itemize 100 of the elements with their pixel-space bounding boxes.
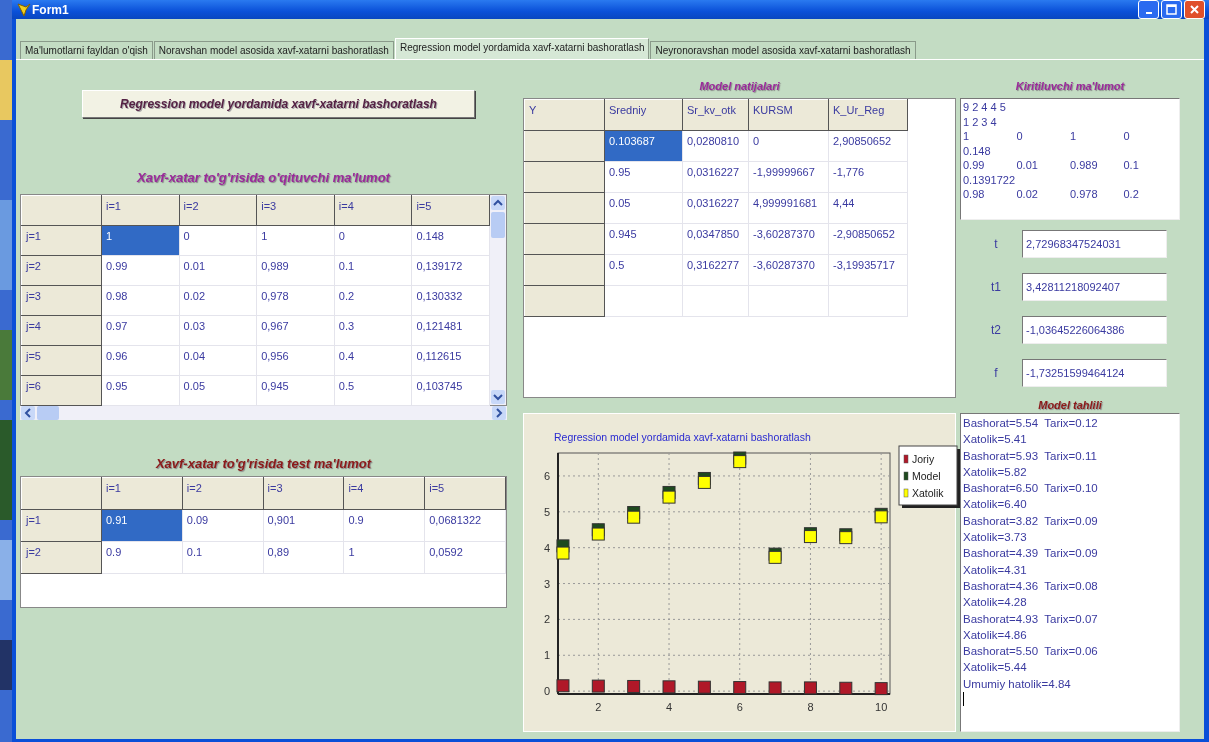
table-cell[interactable]: 0.945 [604, 223, 683, 255]
memo-text: 1 2 3 4 [963, 114, 997, 129]
table-cell[interactable] [828, 285, 908, 317]
table-cell[interactable]: 0.97 [101, 315, 180, 346]
memo-text: Bashorat=3.82 Tarix=0.09 [963, 513, 1099, 529]
table-cell[interactable]: 0,945 [256, 375, 335, 406]
minimize-button[interactable] [1138, 0, 1159, 19]
column-header: i=5 [424, 477, 506, 510]
row-header: j=3 [21, 285, 102, 316]
table-cell[interactable]: 0,956 [256, 345, 335, 376]
table-cell[interactable]: 0,139172 [411, 255, 490, 286]
table-cell[interactable]: 0.5 [604, 254, 683, 286]
table-cell[interactable] [682, 285, 749, 317]
table-cell[interactable]: 0,3162277 [682, 254, 749, 286]
column-header: i=1 [101, 477, 183, 510]
table-cell[interactable]: 0.04 [179, 345, 257, 376]
table-cell[interactable]: 0 [748, 130, 829, 162]
column-header: Sredniy [604, 99, 683, 131]
tab[interactable]: Noravshan model asosida xavf-xatarni bashoratlash [153, 41, 394, 59]
table-cell[interactable]: 0.103687 [604, 130, 683, 162]
memo-text: Xatolik=4.86 [963, 627, 1028, 643]
table-cell[interactable]: 0.98 [101, 285, 180, 316]
table-cell[interactable] [604, 285, 683, 317]
memo-text: 0.1 [1123, 158, 1140, 173]
memo-text: 0 [1016, 129, 1024, 144]
table-cell[interactable]: 0,121481 [411, 315, 490, 346]
table-cell[interactable]: 0,130332 [411, 285, 490, 316]
table-cell[interactable]: 0.03 [179, 315, 257, 346]
table-cell[interactable]: 0,103745 [411, 375, 490, 406]
table-cell[interactable]: 0 [179, 225, 257, 256]
table-cell[interactable] [748, 285, 829, 317]
column-header: i=4 [343, 477, 425, 510]
input-field[interactable]: -1,73251599464124 [1022, 359, 1167, 387]
table-cell[interactable]: 0.05 [604, 192, 683, 224]
table-cell[interactable]: -3,60287370 [748, 223, 829, 255]
table-cell[interactable]: 0,0316227 [682, 161, 749, 193]
table-cell[interactable]: 0.1 [334, 255, 412, 286]
table-cell[interactable]: 0.9 [101, 541, 183, 574]
table-cell[interactable]: 1 [256, 225, 335, 256]
table-cell[interactable]: 0.2 [334, 285, 412, 316]
memo-text: Xatolik=5.82 [963, 464, 1028, 480]
table-cell[interactable]: 0.01 [179, 255, 257, 286]
action-button[interactable]: Regression model yordamida xavf-xatarni bashoratlash [82, 90, 475, 118]
table-cell[interactable]: 0.4 [334, 345, 412, 376]
memo-field[interactable] [960, 413, 1180, 732]
table-cell[interactable]: 0.9 [343, 509, 425, 542]
tab[interactable]: Neyronoravshan model asosida xavf-xatarni bashoratlash [650, 41, 916, 59]
memo-text: Xatolik=4.28 [963, 595, 1028, 611]
field-label: t1 [990, 280, 1002, 294]
column-header: i=3 [256, 195, 335, 226]
column-header: i=5 [411, 195, 490, 226]
table-cell[interactable]: 0.09 [182, 509, 264, 542]
table-cell[interactable]: 0,0280810 [682, 130, 749, 162]
table-cell[interactable]: 0.5 [334, 375, 412, 406]
close-button[interactable] [1184, 0, 1205, 19]
table-cell[interactable]: 1 [343, 541, 425, 574]
table-cell[interactable]: -3,19935717 [828, 254, 908, 286]
table-cell[interactable]: -3,60287370 [748, 254, 829, 286]
table-cell[interactable]: 2,90850652 [828, 130, 908, 162]
window-title: Form1 [32, 2, 70, 17]
table-cell[interactable]: 4,999991681 [748, 192, 829, 224]
vertical-scrollbar[interactable] [490, 195, 506, 405]
table-cell[interactable]: -2,90850652 [828, 223, 908, 255]
table-cell[interactable]: 1 [101, 225, 180, 256]
field-label: t2 [990, 323, 1002, 337]
memo-field[interactable]: 9 2 4 4 5 1 2 3 4 1 0 1 0 0.148 0.99 0.01 0.989 0.1 0.1391722 0.98 0.02 0.978 0.2 [960, 98, 1180, 220]
table-cell[interactable]: 0,978 [256, 285, 335, 316]
table-cell[interactable]: 4,44 [828, 192, 908, 224]
table-cell[interactable]: 0,0347850 [682, 223, 749, 255]
table-cell[interactable]: 0.96 [101, 345, 180, 376]
table-cell[interactable]: 0.3 [334, 315, 412, 346]
text-cursor [963, 692, 964, 707]
table-cell[interactable]: 0,967 [256, 315, 335, 346]
column-header: KURSM [748, 99, 829, 131]
table-cell[interactable]: 0,0681322 [424, 509, 506, 542]
maximize-button[interactable] [1161, 0, 1182, 19]
table-cell[interactable]: -1,99999667 [748, 161, 829, 193]
table-cell[interactable]: 0.1 [182, 541, 264, 574]
table-cell[interactable]: 0,89 [263, 541, 344, 574]
table-cell[interactable]: 0,112615 [411, 345, 490, 376]
input-field[interactable]: 3,42811218092407 [1022, 273, 1167, 301]
table-cell[interactable]: 0,901 [263, 509, 344, 542]
table-cell[interactable]: 0.91 [101, 509, 183, 542]
table-cell[interactable]: 0,0592 [424, 541, 506, 574]
horizontal-scrollbar[interactable] [20, 406, 507, 420]
table-cell[interactable]: 0.99 [101, 255, 180, 286]
table-cell[interactable]: 0.95 [604, 161, 683, 193]
tab[interactable]: Regression model yordamida xavf-xatarni bashoratlash [394, 38, 650, 59]
table-cell[interactable]: 0.148 [411, 225, 490, 256]
table-cell[interactable]: -1,776 [828, 161, 908, 193]
table-cell[interactable]: 0 [334, 225, 412, 256]
input-field[interactable]: -1,03645226064386 [1022, 316, 1167, 344]
table-cell[interactable]: 0,989 [256, 255, 335, 286]
table-cell[interactable]: 0.05 [179, 375, 257, 406]
table-cell[interactable]: 0.02 [179, 285, 257, 316]
table-cell[interactable]: 0,0316227 [682, 192, 749, 224]
tab[interactable]: Ma'lumotlarni fayldan o'qish [20, 41, 153, 59]
input-field[interactable]: 2,72968347524031 [1022, 230, 1167, 258]
memo-text: Xatolik=5.44 [963, 660, 1028, 676]
table-cell[interactable]: 0.95 [101, 375, 180, 406]
